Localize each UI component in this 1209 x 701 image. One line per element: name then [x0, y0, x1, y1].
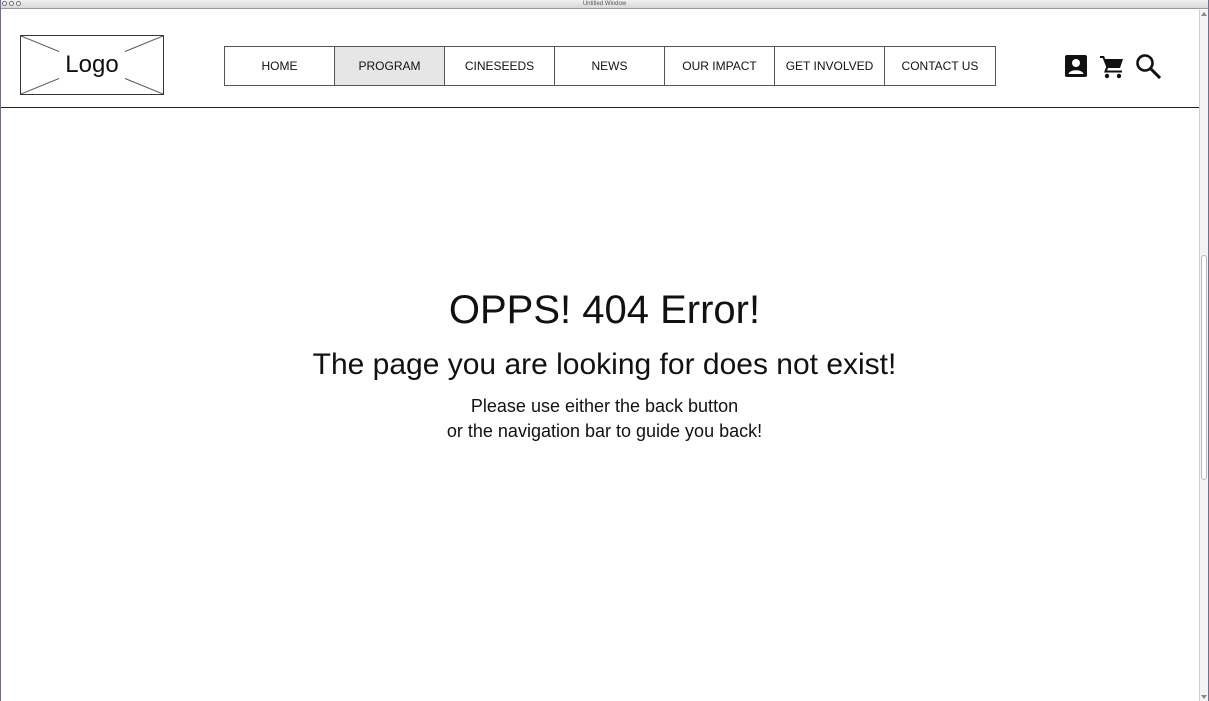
title-bar: Untitled Window: [1, 0, 1208, 9]
nav-cineseeds[interactable]: CINESEEDS: [445, 47, 555, 85]
error-title: OPPS! 404 Error!: [448, 288, 761, 332]
vertical-scrollbar[interactable]: [1199, 10, 1208, 701]
nav-get-involved[interactable]: GET INVOLVED: [775, 47, 885, 85]
search-icon[interactable]: [1135, 53, 1161, 79]
error-message-line-2: or the navigation bar to guide you back!: [446, 421, 763, 441]
error-subtitle: The page you are looking for does not ex…: [312, 348, 897, 381]
nav-news[interactable]: NEWS: [555, 47, 665, 85]
scroll-up-arrow-icon[interactable]: [1201, 12, 1207, 16]
main-navigation: HOME PROGRAM CINESEEDS NEWS OUR IMPACT G…: [224, 46, 996, 86]
header-icons: [1063, 53, 1161, 79]
nav-program[interactable]: PROGRAM: [335, 47, 445, 85]
logo-text: Logo: [59, 51, 125, 79]
nav-our-impact[interactable]: OUR IMPACT: [665, 47, 775, 85]
logo[interactable]: Logo: [20, 35, 164, 95]
main-content: OPPS! 404 Error! The page you are lookin…: [1, 108, 1208, 701]
error-message-line-1: Please use either the back button: [470, 396, 739, 416]
nav-contact-us[interactable]: CONTACT US: [885, 47, 995, 85]
account-icon[interactable]: [1063, 53, 1089, 79]
cart-icon[interactable]: [1099, 53, 1125, 79]
nav-home[interactable]: HOME: [225, 47, 335, 85]
window-title: Untitled Window: [582, 1, 627, 7]
browser-window: Untitled Window Logo HOME PROGRAM CINESE…: [0, 0, 1209, 701]
scroll-thumb[interactable]: [1201, 255, 1207, 480]
scroll-down-arrow-icon[interactable]: [1201, 695, 1207, 699]
site-header: Logo HOME PROGRAM CINESEEDS NEWS OUR IMP…: [1, 10, 1208, 108]
